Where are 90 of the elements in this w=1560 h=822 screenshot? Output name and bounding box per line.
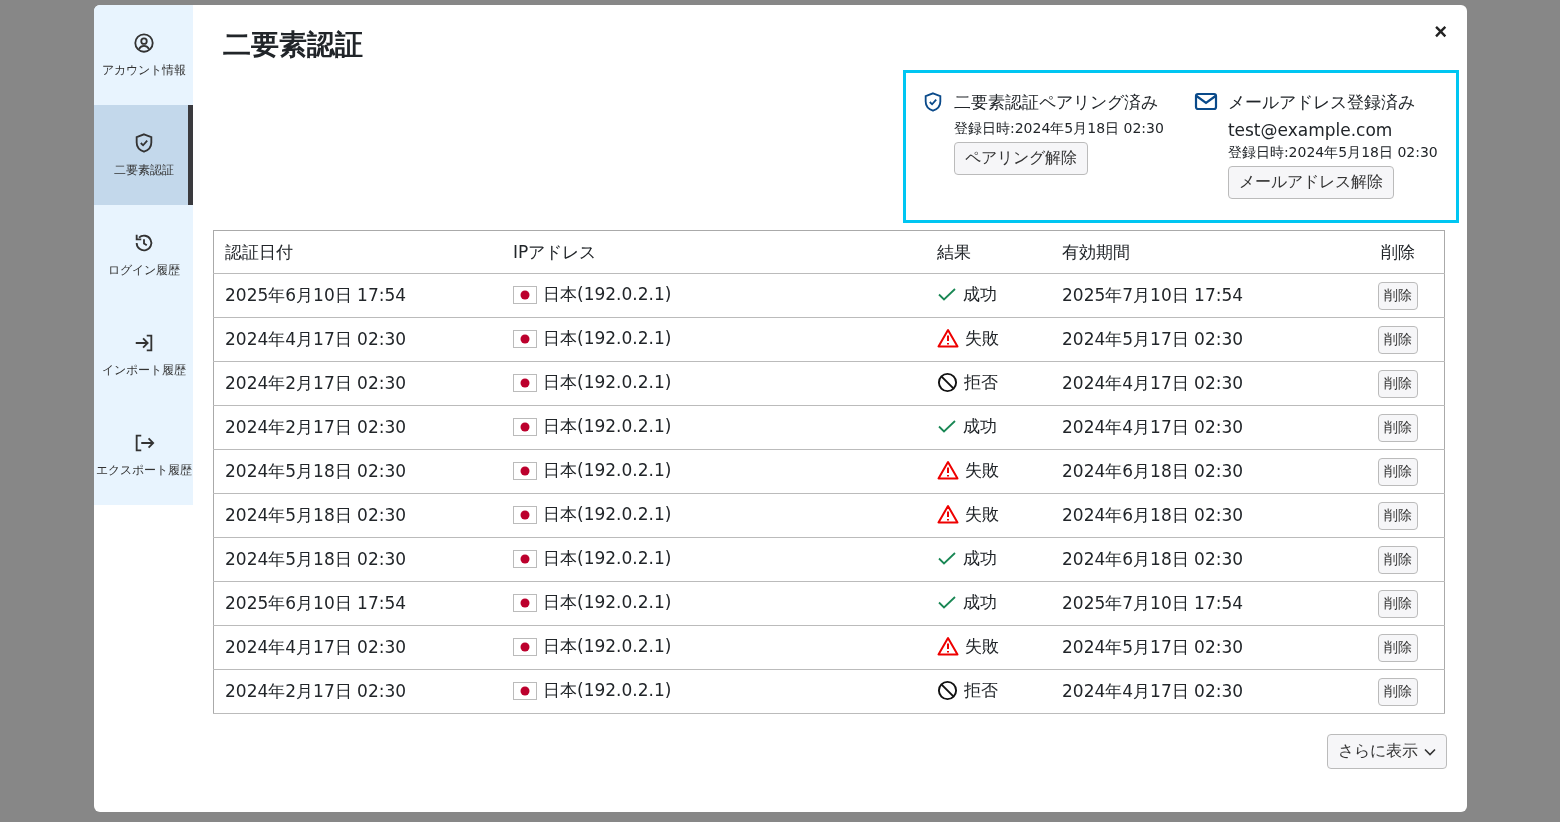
close-button[interactable]: × xyxy=(1430,19,1451,45)
table-cell: 2024年6月18日 02:30 xyxy=(1051,537,1352,582)
prohibited-icon xyxy=(937,371,958,393)
sidebar-item[interactable]: 二要素認証 xyxy=(94,105,193,205)
flag-icon xyxy=(513,637,537,656)
table-cell: 失敗 xyxy=(965,326,999,350)
delete-button[interactable]: 削除 xyxy=(1377,501,1418,530)
warning-triangle-icon xyxy=(937,636,959,657)
flag-icon xyxy=(513,549,537,568)
unpair-button[interactable]: ペアリング解除 xyxy=(954,142,1088,175)
flag-icon xyxy=(513,329,537,348)
table-cell: 日本(192.0.2.1) xyxy=(543,591,672,615)
chevron-down-icon xyxy=(1424,747,1436,756)
table-cell: 2024年5月17日 02:30 xyxy=(1051,317,1352,362)
column-header: 有効期間 xyxy=(1051,230,1352,274)
email-address: test@example.com xyxy=(1227,120,1393,140)
delete-button[interactable]: 削除 xyxy=(1377,589,1418,618)
table-cell: 2024年4月17日 02:30 xyxy=(1051,669,1352,714)
flag-icon xyxy=(513,681,537,700)
table-cell: 2025年7月10日 17:54 xyxy=(1051,581,1352,626)
table-cell: 成功 xyxy=(963,414,997,438)
flag-icon xyxy=(513,417,537,436)
delete-button[interactable]: 削除 xyxy=(1377,457,1418,486)
delete-button[interactable]: 削除 xyxy=(1377,281,1418,310)
user-circle-icon xyxy=(132,31,155,54)
flag-icon xyxy=(513,461,537,480)
table-cell: 2024年5月18日 02:30 xyxy=(213,493,502,538)
show-more-button[interactable]: さらに表示 xyxy=(1327,734,1447,769)
table-cell: 日本(192.0.2.1) xyxy=(543,371,672,395)
table-cell: 成功 xyxy=(963,590,997,614)
shield-check-icon xyxy=(922,91,944,113)
flag-icon xyxy=(513,373,537,392)
flag-icon xyxy=(513,505,537,524)
sidebar-item[interactable]: インポート履歴 xyxy=(94,305,193,405)
column-header: 削除 xyxy=(1351,230,1445,274)
table-cell: 2024年4月17日 02:30 xyxy=(1051,361,1352,406)
table-cell: 日本(192.0.2.1) xyxy=(543,503,672,527)
warning-triangle-icon xyxy=(937,460,959,481)
column-header: 結果 xyxy=(926,230,1051,274)
envelope-icon xyxy=(1193,91,1218,113)
warning-triangle-icon xyxy=(937,328,959,349)
delete-button[interactable]: 削除 xyxy=(1377,325,1418,354)
table-cell: 2024年2月17日 02:30 xyxy=(213,361,502,406)
sidebar-item[interactable]: エクスポート履歴 xyxy=(94,405,193,505)
table-cell: 2025年7月10日 17:54 xyxy=(1051,273,1352,318)
table-cell: 失敗 xyxy=(965,458,999,482)
table-cell: 2024年6月18日 02:30 xyxy=(1051,449,1352,494)
delete-button[interactable]: 削除 xyxy=(1377,633,1418,662)
table-cell: 日本(192.0.2.1) xyxy=(543,459,672,483)
flag-icon xyxy=(513,285,537,304)
column-header: IPアドレス xyxy=(502,230,926,274)
table-cell: 拒否 xyxy=(964,678,998,702)
sidebar-item[interactable]: ログイン履歴 xyxy=(94,205,193,305)
table-cell: 2024年4月17日 02:30 xyxy=(213,625,502,670)
delete-button[interactable]: 削除 xyxy=(1377,369,1418,398)
delete-button[interactable]: 削除 xyxy=(1377,413,1418,442)
sidebar-item[interactable]: アカウント情報 xyxy=(94,5,193,105)
registered-date: 登録日時:2024年5月18日 02:30 xyxy=(1227,144,1438,162)
table-cell: 2024年2月17日 02:30 xyxy=(213,405,502,450)
table-cell: 2024年2月17日 02:30 xyxy=(213,669,502,714)
table-cell: 日本(192.0.2.1) xyxy=(543,635,672,659)
table-cell: 2025年6月10日 17:54 xyxy=(213,581,502,626)
table-cell: 2024年5月17日 02:30 xyxy=(1051,625,1352,670)
warning-triangle-icon xyxy=(937,504,959,525)
dialog-title: 二要素認証 xyxy=(223,27,363,62)
table-cell: 日本(192.0.2.1) xyxy=(543,547,672,571)
table-cell: 成功 xyxy=(963,282,997,306)
table-cell: 2024年5月18日 02:30 xyxy=(213,449,502,494)
table-cell: 日本(192.0.2.1) xyxy=(543,283,672,307)
prohibited-icon xyxy=(937,679,958,701)
table-cell: 2024年5月18日 02:30 xyxy=(213,537,502,582)
delete-button[interactable]: 削除 xyxy=(1377,677,1418,706)
table-cell: 日本(192.0.2.1) xyxy=(543,679,672,703)
table-cell: 失敗 xyxy=(965,634,999,658)
flag-icon xyxy=(513,593,537,612)
registered-date: 登録日時:2024年5月18日 02:30 xyxy=(954,120,1164,138)
remove-email-button[interactable]: メールアドレス解除 xyxy=(1227,166,1394,199)
table-cell: 日本(192.0.2.1) xyxy=(543,415,672,439)
table-cell: 日本(192.0.2.1) xyxy=(543,327,672,351)
delete-button[interactable]: 削除 xyxy=(1377,545,1418,574)
table-cell: 失敗 xyxy=(965,502,999,526)
column-header: 認証日付 xyxy=(213,230,502,274)
table-cell: 拒否 xyxy=(964,370,998,394)
table-cell: 2024年4月17日 02:30 xyxy=(1051,405,1352,450)
table-cell: 成功 xyxy=(963,546,997,570)
status-title: 二要素認証ペアリング済み xyxy=(954,91,1158,114)
table-cell: 2024年4月17日 02:30 xyxy=(213,317,502,362)
status-title: メールアドレス登録済み xyxy=(1227,91,1415,114)
table-cell: 2025年6月10日 17:54 xyxy=(213,273,502,318)
table-cell: 2024年6月18日 02:30 xyxy=(1051,493,1352,538)
